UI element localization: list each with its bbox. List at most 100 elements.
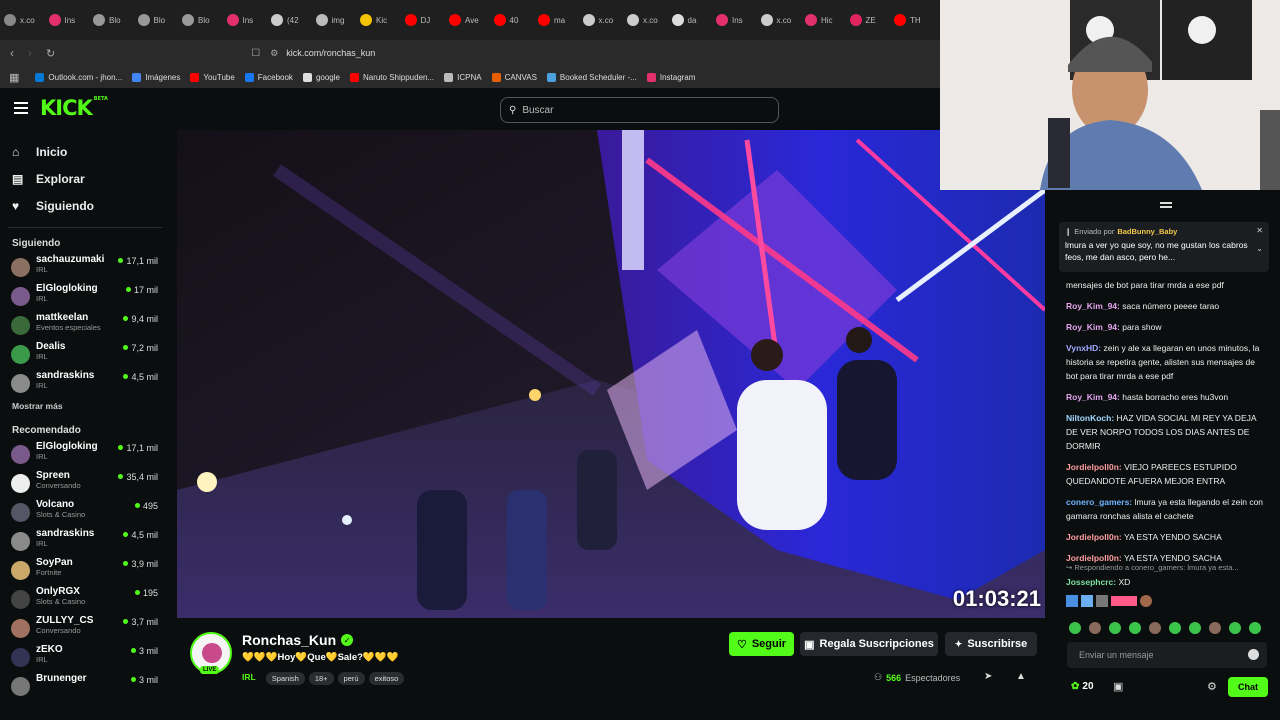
browser-tab[interactable]: ZE [849,5,895,35]
chat-send-button[interactable]: Chat [1228,677,1268,697]
channel-name[interactable]: Ronchas_Kun [242,632,336,648]
chat-username[interactable]: Roy_Kim_94: [1066,301,1120,311]
stream-tag[interactable]: exitoso [368,672,405,685]
emote-icon[interactable] [1149,622,1161,634]
bookmark-item[interactable]: Naruto Shippuden... [349,72,434,82]
stream-tag[interactable]: 18+ [308,672,334,685]
bookmark-item[interactable]: google [302,72,340,82]
browser-tab[interactable]: ma [538,5,583,35]
browser-tab[interactable]: Blo [93,5,138,35]
chevron-down-icon[interactable]: ⌄ [1256,244,1263,253]
browser-tab[interactable]: x.co [627,5,672,35]
browser-tab[interactable]: da [671,5,717,35]
browser-tab[interactable]: Ave [449,5,494,35]
emoji-icon[interactable] [1248,649,1259,660]
emote-icon[interactable] [1189,622,1201,634]
menu-icon[interactable] [14,102,28,114]
browser-tab[interactable]: Ins [716,5,761,35]
sidebar-channel[interactable]: Brunenger 3 mil [0,673,170,702]
chat-username[interactable]: Roy_Kim_94: [1066,322,1120,332]
browser-tab[interactable]: 40 [493,5,539,35]
show-more-link[interactable]: Mostrar más [0,401,170,411]
emote-icon[interactable] [1209,622,1221,634]
browser-tab[interactable]: Blo [182,5,227,35]
forward-icon[interactable]: › [28,46,32,60]
sidebar-channel[interactable]: Volcano Slots & Casino 495 [0,499,170,528]
emote-icon[interactable] [1229,622,1241,634]
sidebar-channel[interactable]: Dealis IRL 7,2 mil [0,341,170,370]
browser-tab[interactable]: TH [894,5,939,35]
search-input[interactable]: ⚲ Buscar [500,97,779,123]
browser-tab[interactable]: Blo [137,5,183,35]
sidebar-channel[interactable]: ZULLYY_CS Conversando 3,7 mil [0,615,170,644]
chat-username[interactable]: conero_gamers: [1066,497,1132,507]
bookmark-item[interactable]: Outlook.com - jhon... [35,72,122,82]
chat-username[interactable]: Jordielpoll0n: [1066,462,1122,472]
video-player[interactable]: 01:03:21 [177,130,1045,618]
site-info-icon[interactable]: ⚙ [270,48,278,59]
emote-icon[interactable] [1109,622,1121,634]
chat-username[interactable]: Roy_Kim_94: [1066,392,1120,402]
sidebar-channel[interactable]: sachauzumaki IRL 17,1 mil [0,254,170,283]
reload-icon[interactable]: ↻ [46,47,55,60]
nav-item-siguiendo[interactable]: ♥ Siguiendo [0,192,170,219]
bookmark-item[interactable]: Instagram [646,72,695,82]
bookmark-item[interactable]: ICPNA [444,72,482,82]
browser-tab[interactable]: (42 [271,5,316,35]
gear-icon[interactable]: ⚙ [1207,680,1217,693]
follow-button[interactable]: ♡ Seguir [729,632,794,656]
sidebar-channel[interactable]: OnlyRGX Slots & Casino 195 [0,586,170,615]
chat-username[interactable]: Jordielpoll0n: [1066,553,1122,563]
emote-icon[interactable] [1069,622,1081,634]
url-text[interactable]: kick.com/ronchas_kun [286,48,375,58]
sidebar-channel[interactable]: sandraskins IRL 4,5 mil [0,370,170,399]
browser-tab[interactable]: x.co [4,5,49,35]
sidebar-channel[interactable]: ElGlogloking IRL 17,1 mil [0,441,170,470]
chat-input[interactable]: Enviar un mensaje [1067,642,1267,668]
pinned-by-user[interactable]: BadBunny_Baby [1117,227,1177,236]
emote-icon[interactable] [1169,622,1181,634]
stream-tag[interactable]: perú [337,672,365,685]
browser-tab[interactable]: DJ [404,5,450,35]
browser-tab[interactable]: x.co [760,5,806,35]
sidebar-channel[interactable]: Spreen Conversando 35,4 mil [0,470,170,499]
sidebar-channel[interactable]: zEKO IRL 3 mil [0,644,170,673]
report-icon[interactable]: ▲ [1016,671,1026,682]
chat-username[interactable]: Jordielpoll0n: [1066,532,1122,542]
browser-tab[interactable]: img [315,5,361,35]
apps-grid-icon[interactable]: ▦ [9,71,19,84]
browser-tab[interactable]: Kic [360,5,405,35]
unpin-icon[interactable]: ✕ [1256,226,1263,235]
browser-tab[interactable]: x.co [582,5,628,35]
bookmark-item[interactable]: Booked Scheduler -... [546,72,637,82]
emote-icon[interactable] [1089,622,1101,634]
emote-icon[interactable] [1249,622,1261,634]
chat-username[interactable]: VynxHD: [1066,343,1101,353]
bookmark-item[interactable]: CANVAS [491,72,537,82]
bookmark-item[interactable]: YouTube [190,72,235,82]
nav-item-explorar[interactable]: ▤ Explorar [0,165,170,192]
kick-logo[interactable]: KICK BETA [40,96,108,120]
browser-tab[interactable]: Hic [805,5,850,35]
bookmark-star-icon[interactable]: ☐ [251,48,260,59]
chat-settings-icon[interactable] [1160,202,1172,208]
chat-username[interactable]: NiltonKoch: [1066,413,1114,423]
bookmark-item[interactable]: Facebook [244,72,293,82]
browser-tab[interactable]: Ins [48,5,94,35]
gift-box-icon[interactable]: ▣ [1113,680,1123,693]
bookmark-item[interactable]: Imágenes [132,72,180,82]
channel-points[interactable]: ✿ 20 [1071,681,1094,692]
subscribe-button[interactable]: ✦ Suscribirse [945,632,1037,656]
emote-icon[interactable] [1129,622,1141,634]
stream-tag[interactable]: Spanish [265,672,305,685]
nav-item-inicio[interactable]: ⌂ Inicio [0,138,170,165]
pinned-message[interactable]: ❙ Enviado por BadBunny_Baby lmura a ver … [1059,222,1269,272]
sidebar-channel[interactable]: sandraskins IRL 4,5 mil [0,528,170,557]
sidebar-channel[interactable]: ElGlogloking IRL 17 mil [0,283,170,312]
sidebar-channel[interactable]: SoyPan Fortnite 3,9 mil [0,557,170,586]
gift-subs-button[interactable]: ▣ Regala Suscripciones [800,632,938,656]
sidebar-channel[interactable]: mattkeelan Eventos especiales 9,4 mil [0,312,170,341]
browser-tab[interactable]: Ins [226,5,272,35]
share-icon[interactable]: ➤ [984,671,992,682]
stream-category[interactable]: IRL [242,672,256,682]
